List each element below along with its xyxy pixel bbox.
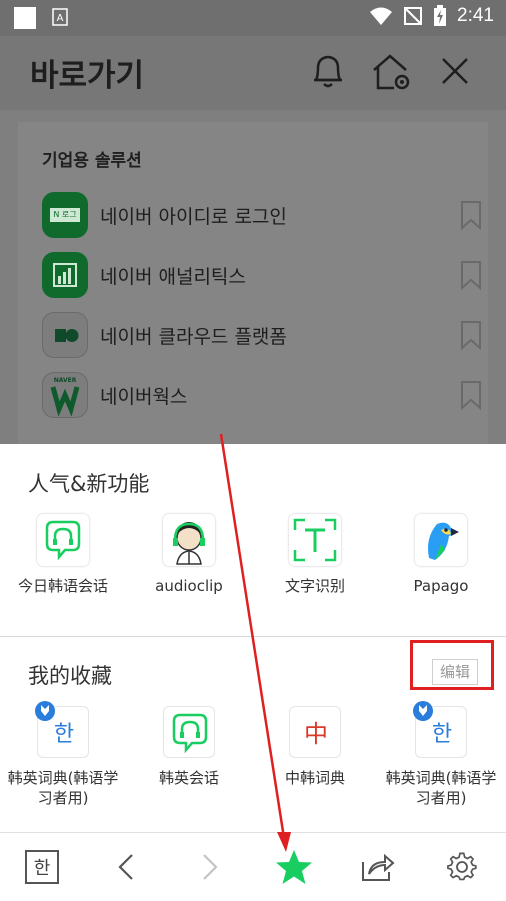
favorite-korean-english-dictionary[interactable]: 한 韩英词典(韩语学习者用) — [378, 701, 504, 816]
list-item-label: 네이버 아이디로 로그인 — [100, 206, 287, 228]
chevron-left-icon — [118, 854, 133, 880]
share-icon — [362, 853, 395, 881]
hangul-keyboard-button[interactable]: 한 — [0, 833, 84, 901]
app-label: 今日韩语会话 — [17, 577, 108, 595]
app-papago[interactable]: Papago — [378, 514, 504, 604]
favorite-korean-english-dictionary[interactable]: 한 韩英词典(韩语学习者用) — [0, 701, 126, 816]
favorite-chinese-korean-dictionary[interactable]: 中 中韩词典 — [252, 706, 378, 816]
background-app-overlay[interactable]: 바로가기 기업용 솔루션 N 로그인 네이버 아이디로 로그인 네이버 애널리틱… — [0, 36, 506, 462]
bookmark-icon — [461, 201, 481, 230]
svg-text:中: 中 — [304, 720, 328, 748]
app-notification-icon: A — [52, 8, 68, 26]
list-item-label: 네이버웍스 — [100, 386, 188, 408]
popular-section-title: 人气&新功能 — [28, 472, 150, 496]
app-label: 韩英词典(韩语学习者用) — [385, 769, 497, 807]
favorites-section-title: 我的收藏 — [28, 664, 112, 688]
signal-off-icon — [404, 7, 423, 25]
papago-parrot-icon — [415, 514, 467, 566]
battery-charging-icon — [434, 5, 447, 26]
gear-icon — [447, 852, 477, 881]
list-item: 네이버 애널리틱스 — [42, 252, 482, 298]
audioclip-avatar-icon — [163, 514, 215, 566]
list-item-label: 네이버 애널리틱스 — [100, 266, 246, 288]
chat-bubble-headset-icon — [37, 514, 89, 566]
background-header: 바로가기 — [0, 36, 506, 110]
share-button[interactable] — [336, 833, 420, 901]
list-item: 네이버 클라우드 플랫폼 — [42, 312, 482, 358]
list-item-label: 네이버 클라우드 플랫폼 — [100, 326, 287, 348]
bookmark-icon — [461, 381, 481, 410]
notification-square-icon — [14, 7, 36, 29]
section-divider — [0, 636, 506, 637]
chevron-right-icon — [203, 854, 218, 880]
learner-badge-icon — [35, 701, 55, 721]
clock: 2:41 — [457, 5, 494, 26]
settings-button[interactable] — [420, 833, 504, 901]
bookmark-icon — [461, 261, 481, 290]
naver-works-logo: NAVER — [42, 372, 88, 418]
shortcuts-sheet: 人气&新功能 今日韩语会话 audioclip 文字识别 Papago 我的收藏… — [0, 444, 506, 832]
svg-text:한: 한 — [432, 722, 452, 747]
forward-button[interactable] — [168, 833, 252, 901]
back-button[interactable] — [84, 833, 168, 901]
app-label: 中韩词典 — [284, 769, 345, 787]
close-icon — [442, 58, 468, 84]
app-label: 韩英会话 — [158, 769, 219, 787]
edit-highlight-box — [410, 640, 494, 690]
home-settings-icon — [373, 54, 410, 90]
app-label: 韩英词典(韩语学习者用) — [7, 769, 119, 807]
status-bar: A 2:41 — [0, 0, 506, 36]
naver-cloud-logo — [42, 312, 88, 358]
wifi-icon — [370, 7, 393, 25]
text-scan-icon — [289, 514, 341, 566]
app-label: Papago — [413, 577, 469, 595]
favorites-button[interactable] — [252, 833, 336, 901]
bottom-toolbar: 한 — [0, 832, 506, 900]
naver-analytics-logo — [42, 252, 88, 298]
list-item: N 로그인 네이버 아이디로 로그인 — [42, 192, 482, 238]
app-label: 文字识别 — [284, 577, 345, 595]
app-label: audioclip — [155, 577, 223, 595]
hanzi-dictionary-icon: 中 — [289, 706, 341, 758]
star-icon — [276, 850, 312, 884]
app-audioclip[interactable]: audioclip — [126, 514, 252, 604]
page-title: 바로가기 — [30, 58, 145, 94]
svg-text:한: 한 — [54, 722, 74, 747]
app-today-korean-conversation[interactable]: 今日韩语会话 — [0, 514, 126, 604]
bell-icon — [313, 55, 343, 88]
svg-text:A: A — [57, 13, 64, 24]
chat-bubble-headset-icon — [163, 706, 215, 758]
enterprise-solutions-card: 기업용 솔루션 N 로그인 네이버 아이디로 로그인 네이버 애널리틱스 네이버… — [18, 122, 488, 462]
app-text-recognition[interactable]: 文字识别 — [252, 514, 378, 604]
learner-badge-icon — [413, 701, 433, 721]
list-item: NAVER 네이버웍스 — [42, 372, 482, 418]
bookmark-icon — [461, 321, 481, 350]
section-title: 기업용 솔루션 — [42, 151, 142, 171]
naver-login-logo: N 로그인 — [42, 192, 88, 238]
hangul-icon: 한 — [25, 850, 59, 884]
favorite-korean-english-conversation[interactable]: 韩英会话 — [126, 706, 252, 816]
